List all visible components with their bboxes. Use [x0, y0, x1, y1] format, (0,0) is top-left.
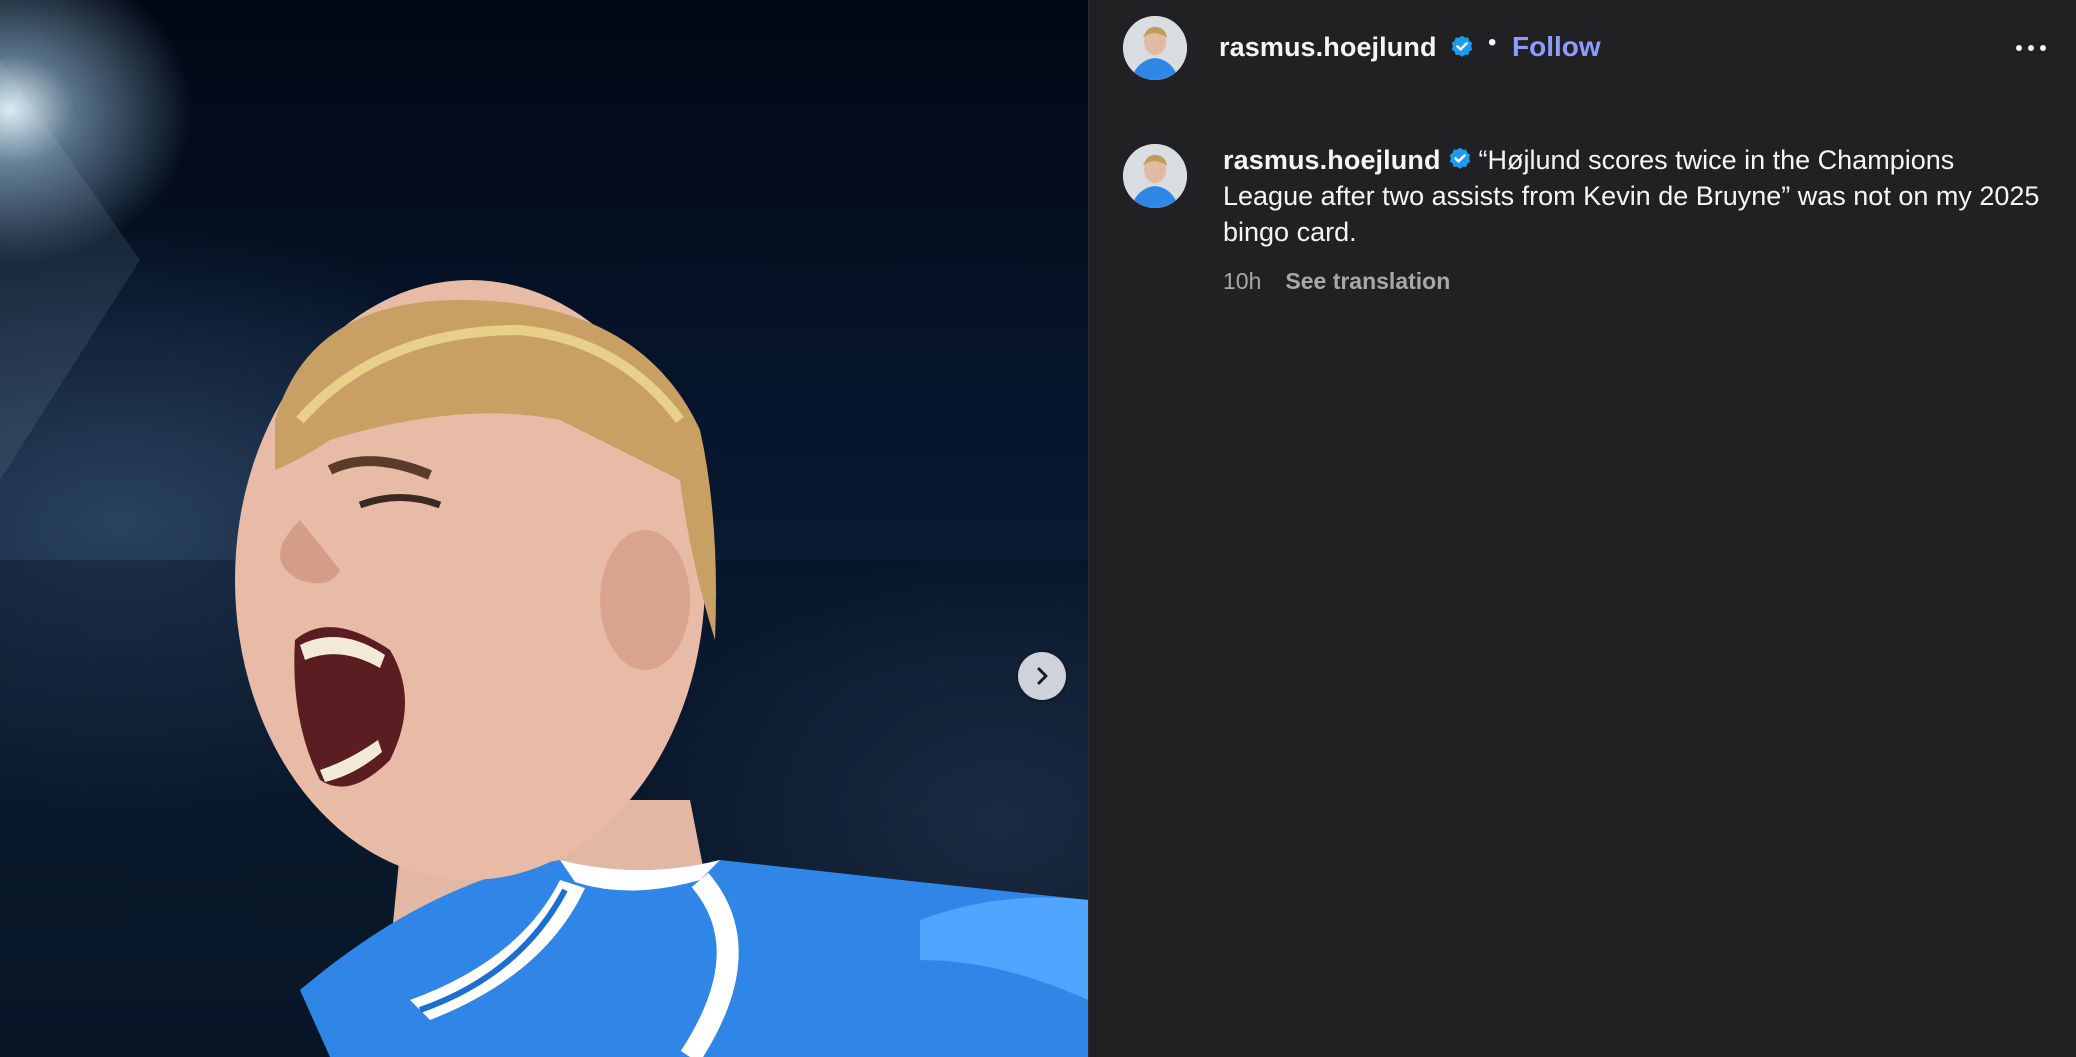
player-photo	[0, 60, 1088, 1057]
avatar[interactable]	[1123, 16, 1187, 80]
verified-badge-icon	[1449, 147, 1470, 169]
follow-button[interactable]: Follow	[1512, 31, 1601, 63]
next-image-button[interactable]	[1018, 652, 1066, 700]
verified-badge-icon	[1451, 35, 1473, 57]
post-header: rasmus.hoejlund • Follow	[1089, 0, 2076, 98]
caption-meta: 10h See translation	[1223, 268, 1450, 295]
post-media[interactable]	[0, 0, 1088, 1057]
post-timestamp[interactable]: 10h	[1223, 268, 1261, 295]
caption-text: rasmus.hoejlund “Højlund scores twice in…	[1223, 142, 2043, 250]
caption-username[interactable]: rasmus.hoejlund	[1223, 145, 1441, 175]
separator-dot: •	[1488, 29, 1497, 56]
post-side-panel: rasmus.hoejlund • Follow rasmus.hoejlund	[1089, 0, 2076, 1057]
author-username[interactable]: rasmus.hoejlund	[1219, 32, 1437, 63]
chevron-right-icon	[1037, 667, 1048, 685]
more-options-icon	[2016, 45, 2022, 51]
caption-avatar[interactable]	[1123, 144, 1187, 208]
more-options-button[interactable]	[2016, 36, 2056, 60]
see-translation-link[interactable]: See translation	[1285, 268, 1450, 295]
